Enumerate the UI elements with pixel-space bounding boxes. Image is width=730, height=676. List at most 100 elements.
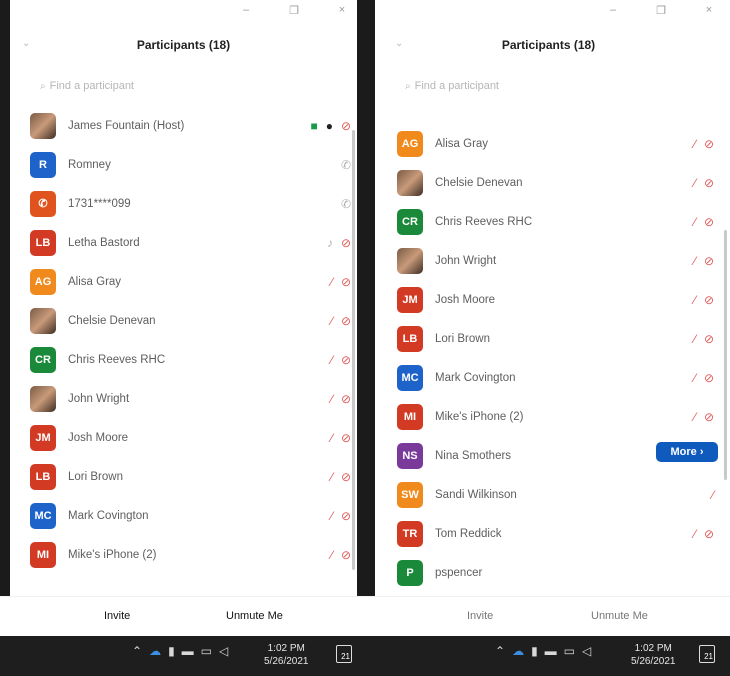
video-off-icon[interactable]: ⊘ bbox=[704, 176, 714, 190]
monitor-icon[interactable]: ▭ bbox=[564, 644, 575, 658]
participant-row[interactable]: R Romney ✆ bbox=[0, 145, 367, 184]
mic-icon[interactable]: ♪ bbox=[327, 236, 333, 250]
close-icon[interactable]: × bbox=[702, 4, 716, 17]
restore-icon[interactable]: ❐ bbox=[287, 4, 301, 17]
video-off-icon[interactable]: ⊘ bbox=[341, 509, 351, 523]
invite-button[interactable]: Invite bbox=[467, 610, 493, 622]
mic-off-icon[interactable]: ⁄ bbox=[694, 293, 696, 307]
clock[interactable]: 1:02 PM 5/26/2021 bbox=[631, 642, 676, 668]
video-off-icon[interactable]: ⊘ bbox=[704, 254, 714, 268]
video-off-icon[interactable]: ⊘ bbox=[341, 275, 351, 289]
mic-off-icon[interactable]: ⁄ bbox=[331, 392, 333, 406]
usb-icon[interactable]: ▮ bbox=[531, 644, 538, 658]
usb-icon[interactable]: ▮ bbox=[168, 644, 175, 658]
mic-off-icon[interactable]: ⁄ bbox=[694, 371, 696, 385]
mic-off-icon[interactable]: ⁄ bbox=[331, 509, 333, 523]
participant-row[interactable]: Ppspencer bbox=[367, 553, 730, 592]
video-off-icon[interactable]: ⊘ bbox=[341, 470, 351, 484]
video-off-icon[interactable]: ⊘ bbox=[704, 527, 714, 541]
mic-off-icon[interactable]: ⁄ bbox=[694, 254, 696, 268]
video-off-icon[interactable]: ⊘ bbox=[341, 314, 351, 328]
participant-row[interactable]: Chelsie Denevan ⁄ ⊘ bbox=[367, 163, 730, 202]
mic-off-icon[interactable]: ⁄ bbox=[331, 314, 333, 328]
participant-status-icons: ⁄ ⊘ bbox=[331, 431, 351, 445]
participant-row[interactable]: JM Josh Moore ⁄ ⊘ bbox=[0, 418, 367, 457]
video-off-icon[interactable]: ⊘ bbox=[341, 236, 351, 250]
participant-row[interactable]: CR Chris Reeves RHC ⁄ ⊘ bbox=[367, 202, 730, 241]
more-button[interactable]: More › bbox=[656, 442, 718, 462]
invite-button[interactable]: Invite bbox=[104, 610, 130, 622]
minimize-icon[interactable]: – bbox=[239, 4, 253, 17]
search-input[interactable]: ⌕ Find a participant bbox=[405, 80, 499, 92]
video-off-icon[interactable]: ⊘ bbox=[704, 137, 714, 151]
participant-row[interactable]: MC Mark Covington ⁄ ⊘ bbox=[367, 358, 730, 397]
video-off-icon[interactable]: ⊘ bbox=[704, 215, 714, 229]
scrollbar[interactable] bbox=[352, 130, 355, 570]
participant-row[interactable]: JM Josh Moore ⁄ ⊘ bbox=[367, 280, 730, 319]
avatar: SW bbox=[397, 481, 423, 508]
video-off-icon[interactable]: ⊘ bbox=[704, 332, 714, 346]
video-off-icon[interactable]: ⊘ bbox=[341, 353, 351, 367]
video-off-icon[interactable]: ⊘ bbox=[341, 392, 351, 406]
video-off-icon[interactable]: ⊘ bbox=[704, 410, 714, 424]
participant-row[interactable]: LB Lori Brown ⁄ ⊘ bbox=[367, 319, 730, 358]
mic-off-icon[interactable]: ⁄ bbox=[694, 332, 696, 346]
participant-row[interactable]: John Wright ⁄ ⊘ bbox=[0, 379, 367, 418]
video-off-icon[interactable]: ⊘ bbox=[341, 119, 351, 133]
mic-off-icon[interactable]: ⁄ bbox=[694, 527, 696, 541]
chevron-up-icon[interactable]: ⌃ bbox=[495, 644, 505, 658]
cloud-icon[interactable]: ☁ bbox=[512, 644, 524, 658]
minimize-icon[interactable]: – bbox=[606, 4, 620, 17]
speaker-icon[interactable]: ◁ bbox=[582, 644, 591, 658]
participant-row[interactable]: AG Alisa Gray ⁄ ⊘ bbox=[0, 262, 367, 301]
participant-row[interactable]: ✆ 1731****099 ✆ bbox=[0, 184, 367, 223]
battery-icon[interactable]: ▬ bbox=[545, 644, 557, 658]
participant-row[interactable]: LB Lori Brown ⁄ ⊘ bbox=[0, 457, 367, 496]
restore-icon[interactable]: ❐ bbox=[654, 4, 668, 17]
notification-icon[interactable]: 21 bbox=[699, 645, 715, 663]
mic-off-icon[interactable]: ⁄ bbox=[331, 353, 333, 367]
video-off-icon[interactable]: ⊘ bbox=[341, 548, 351, 562]
mic-off-icon[interactable]: ⁄ bbox=[331, 275, 333, 289]
mic-on-icon[interactable]: ● bbox=[326, 119, 333, 133]
clock[interactable]: 1:02 PM 5/26/2021 bbox=[264, 642, 309, 668]
phone-icon[interactable]: ✆ bbox=[341, 197, 351, 211]
participant-row[interactable]: MI Mike's iPhone (2) ⁄ ⊘ bbox=[0, 535, 367, 574]
search-input[interactable]: ⌕ Find a participant bbox=[40, 80, 134, 92]
participant-row[interactable]: John Wright ⁄ ⊘ bbox=[367, 241, 730, 280]
participant-row[interactable]: AG Alisa Gray ⁄ ⊘ bbox=[367, 124, 730, 163]
participant-row[interactable]: SW Sandi Wilkinson ⁄ bbox=[367, 475, 730, 514]
participant-row[interactable]: Chelsie Denevan ⁄ ⊘ bbox=[0, 301, 367, 340]
cloud-icon[interactable]: ☁ bbox=[149, 644, 161, 658]
mic-off-icon[interactable]: ⁄ bbox=[694, 176, 696, 190]
mic-off-icon[interactable]: ⁄ bbox=[331, 431, 333, 445]
participant-row[interactable]: James Fountain (Host) ■ ● ⊘ bbox=[0, 106, 367, 145]
video-on-icon[interactable]: ■ bbox=[310, 119, 317, 133]
mic-off-icon[interactable]: ⁄ bbox=[694, 410, 696, 424]
scrollbar[interactable] bbox=[724, 230, 727, 480]
participant-row[interactable]: CR Chris Reeves RHC ⁄ ⊘ bbox=[0, 340, 367, 379]
mic-off-icon[interactable]: ⁄ bbox=[331, 548, 333, 562]
mic-off-icon[interactable]: ⁄ bbox=[331, 470, 333, 484]
participant-row[interactable]: NS Nina Smothers More › bbox=[367, 436, 730, 475]
mic-off-icon[interactable]: ⁄ bbox=[694, 215, 696, 229]
mic-off-icon[interactable]: ⁄ bbox=[712, 488, 714, 502]
phone-icon[interactable]: ✆ bbox=[341, 158, 351, 172]
avatar: R bbox=[30, 151, 56, 178]
video-off-icon[interactable]: ⊘ bbox=[704, 293, 714, 307]
monitor-icon[interactable]: ▭ bbox=[201, 644, 212, 658]
participant-row[interactable]: TR Tom Reddick ⁄ ⊘ bbox=[367, 514, 730, 553]
video-off-icon[interactable]: ⊘ bbox=[704, 371, 714, 385]
participant-row[interactable]: MI Mike's iPhone (2) ⁄ ⊘ bbox=[367, 397, 730, 436]
close-icon[interactable]: × bbox=[335, 4, 349, 17]
battery-icon[interactable]: ▬ bbox=[182, 644, 194, 658]
notification-icon[interactable]: 21 bbox=[336, 645, 352, 663]
chevron-up-icon[interactable]: ⌃ bbox=[132, 644, 142, 658]
unmute-me-button[interactable]: Unmute Me bbox=[226, 610, 283, 622]
unmute-me-button[interactable]: Unmute Me bbox=[591, 610, 648, 622]
video-off-icon[interactable]: ⊘ bbox=[341, 431, 351, 445]
mic-off-icon[interactable]: ⁄ bbox=[694, 137, 696, 151]
participant-row[interactable]: LB Letha Bastord ♪ ⊘ bbox=[0, 223, 367, 262]
speaker-icon[interactable]: ◁ bbox=[219, 644, 228, 658]
participant-row[interactable]: MC Mark Covington ⁄ ⊘ bbox=[0, 496, 367, 535]
